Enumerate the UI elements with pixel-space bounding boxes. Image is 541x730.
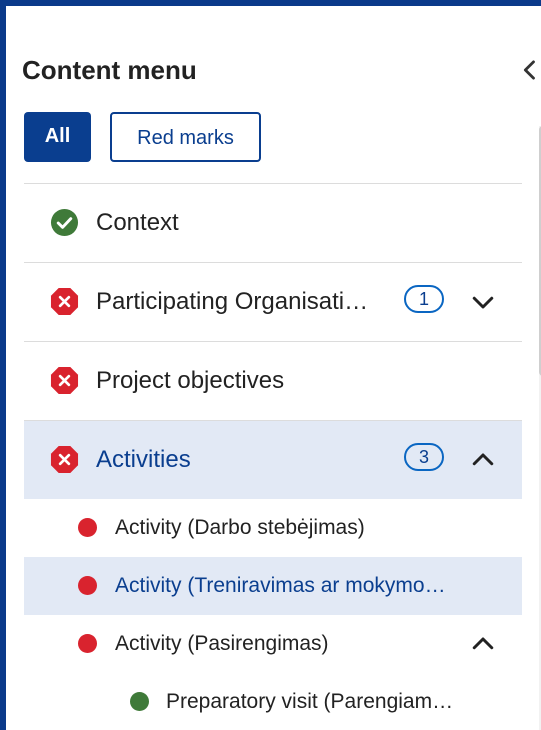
error-count-badge: 3 [404,443,444,471]
content-menu-panel: Content menu All Red marks Context Parti… [6,6,541,730]
menu-subitem-label: Activity (Pasirengimas) [115,632,329,655]
menu-list: Context Participating Organisati… 1 Proj… [24,183,522,730]
filter-all-button[interactable]: All [24,112,91,162]
check-circle-icon [50,208,79,237]
menu-subitem-preparatory-visit[interactable]: Preparatory visit (Parengiam… [24,673,522,730]
menu-subitem-activity-darbo[interactable]: Activity (Darbo stebėjimas) [24,499,522,557]
chevron-up-icon[interactable] [468,629,498,659]
menu-subitem-activity-pasirengimas[interactable]: Activity (Pasirengimas) [24,615,522,673]
content-menu-header: Content menu [22,50,541,90]
menu-item-activities[interactable]: Activities 3 [24,420,522,499]
menu-subitem-label: Activity (Darbo stebėjimas) [115,516,365,539]
menu-item-label: Activities [96,446,191,473]
error-octagon-icon [50,445,79,474]
menu-item-label: Participating Organisati… [96,288,369,315]
error-octagon-icon [50,287,79,316]
menu-item-context[interactable]: Context [24,183,522,262]
menu-item-project-objectives[interactable]: Project objectives [24,341,522,420]
error-dot-icon [78,518,97,537]
menu-subitem-activity-treniravimas[interactable]: Activity (Treniravimas ar mokymo… [24,557,522,615]
filter-red-marks-button[interactable]: Red marks [110,112,261,162]
error-dot-icon [78,634,97,653]
menu-subitem-label: Preparatory visit (Parengiam… [166,690,454,713]
page-title: Content menu [22,55,197,85]
error-octagon-icon [50,366,79,395]
chevron-up-icon[interactable] [468,445,498,475]
menu-item-label: Context [96,209,179,236]
error-dot-icon [78,576,97,595]
menu-subitem-label: Activity (Treniravimas ar mokymo… [115,574,446,597]
success-dot-icon [130,692,149,711]
chevron-left-icon[interactable] [516,56,541,84]
menu-item-label: Project objectives [96,367,285,394]
chevron-down-icon[interactable] [468,287,498,317]
error-count-badge: 1 [404,285,444,313]
menu-item-participating-organisations[interactable]: Participating Organisati… 1 [24,262,522,341]
